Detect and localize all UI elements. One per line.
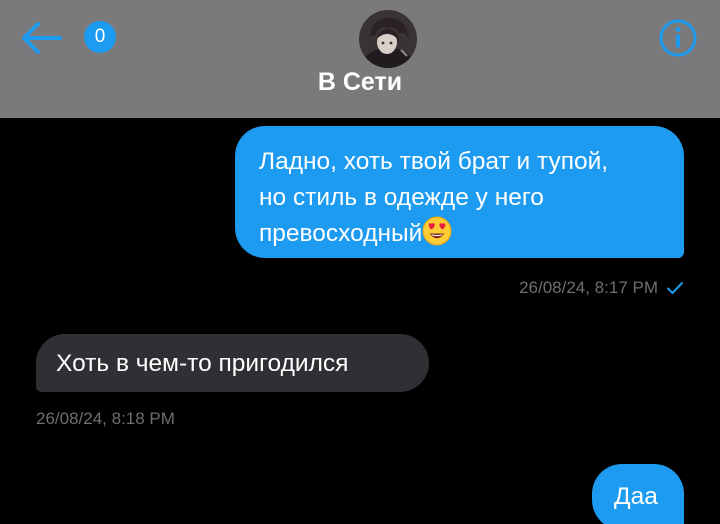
message-timestamp: 26/08/24, 8:17 PM [519,278,658,297]
message-timestamp: 26/08/24, 8:18 PM [36,409,175,428]
info-circle-icon [659,19,697,57]
unread-count-badge[interactable]: 0 [84,21,116,53]
outgoing-message-bubble[interactable]: Ладно, хоть твой брат и тупой, но стиль … [235,126,684,258]
chat-screen: 0 В Сети Ладно, хоть твой брат и тупой, … [0,0,720,524]
message-meta: 26/08/24, 8:17 PM [519,278,684,298]
checkmark-icon [667,282,683,294]
chat-header: 0 В Сети [0,0,720,118]
incoming-message-bubble[interactable]: Хоть в чем-то пригодился [36,334,429,392]
heart-eyes-emoji-icon [422,216,452,246]
info-button[interactable] [658,18,698,58]
message-line-with-emoji: превосходный [259,216,662,252]
outgoing-message-bubble[interactable]: Даа [592,464,684,524]
back-button[interactable] [16,16,66,60]
message-text: Хоть в чем-то пригодился [56,350,349,377]
message-line: но стиль в одежде у него [259,184,544,211]
message-text: Даа [614,483,658,510]
message-line: превосходный [259,220,423,247]
arrow-left-icon [22,22,62,54]
avatar-image [359,10,417,68]
avatar[interactable] [359,10,417,68]
online-status: В Сети [317,68,403,96]
message-line: Ладно, хоть твой брат и тупой, [259,148,609,175]
